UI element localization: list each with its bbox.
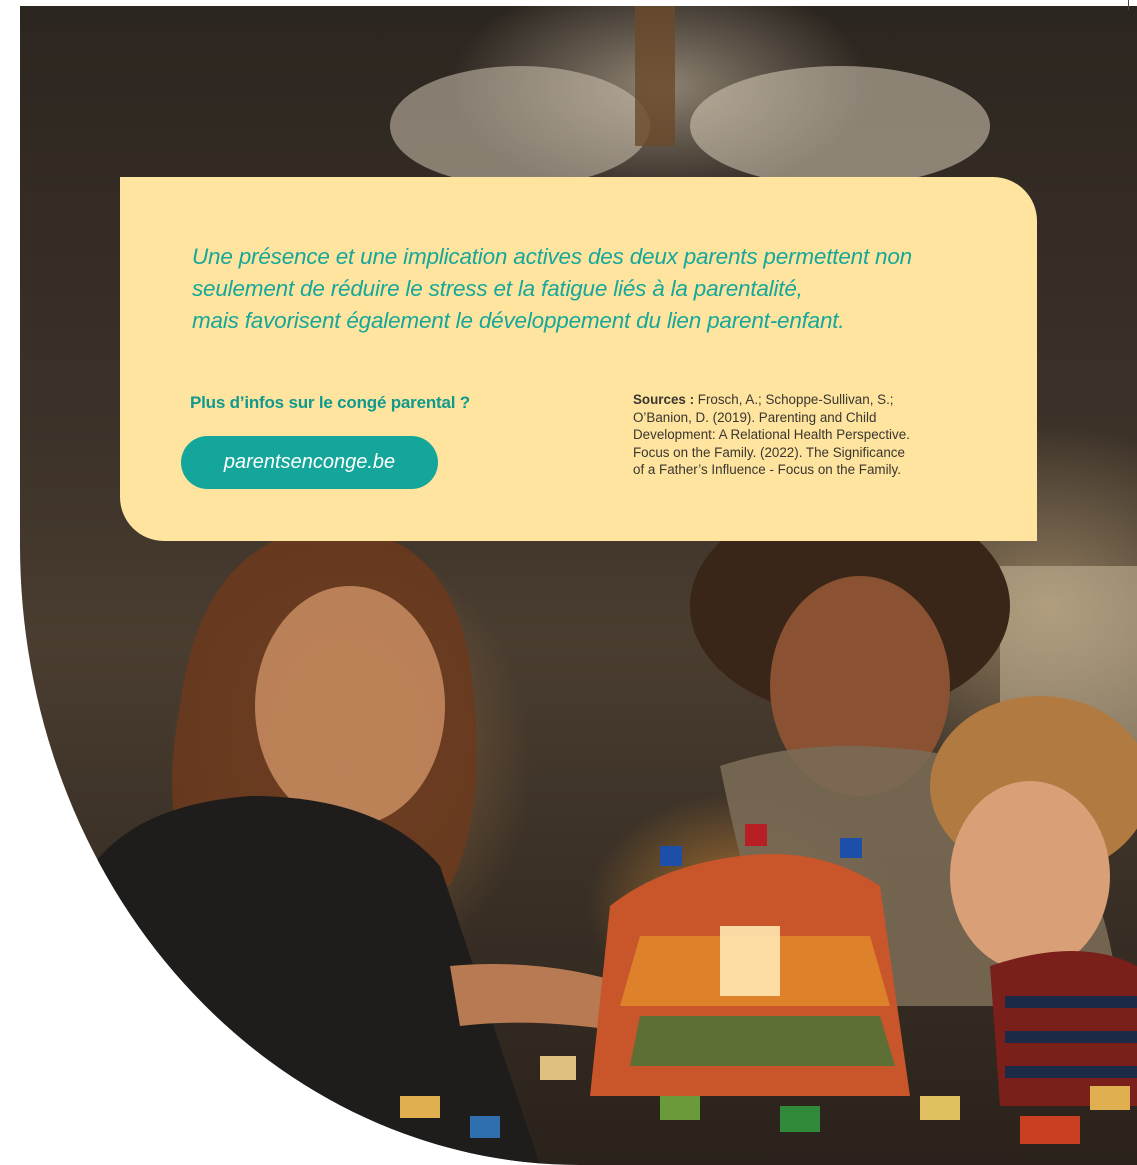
sources-line: O’Banion, D. (2019). Parenting and Child (633, 409, 877, 425)
sources-line-text: Frosch, A.; Schoppe-Sullivan, S.; (697, 392, 894, 407)
quote-line: mais favorisent également le développeme… (192, 308, 845, 333)
sources-line: Development: A Relational Health Perspec… (633, 427, 910, 443)
info-card: Une présence et une implication actives … (120, 177, 1037, 541)
sources-line: of a Father’s Influence - Focus on the F… (633, 462, 901, 478)
quote-line: Une présence et une implication actives … (192, 244, 912, 269)
quote-text: Une présence et une implication actives … (192, 241, 1012, 337)
sources-line: Focus on the Family. (2022). The Signifi… (633, 444, 905, 460)
sources-line: Sources : Frosch, A.; Schoppe-Sullivan, … (633, 391, 1003, 409)
sources-text: Sources : Frosch, A.; Schoppe-Sullivan, … (633, 391, 1003, 479)
sources-heading: Sources : (633, 392, 695, 407)
quote-line: seulement de réduire le stress et la fat… (192, 276, 803, 301)
child (930, 696, 1137, 1106)
website-link-button[interactable]: parentsenconge.be (181, 436, 438, 489)
more-info-label: Plus d’infos sur le congé parental ? (190, 393, 470, 412)
crop-mark (1128, 0, 1129, 10)
ceiling-lamp (390, 6, 990, 186)
